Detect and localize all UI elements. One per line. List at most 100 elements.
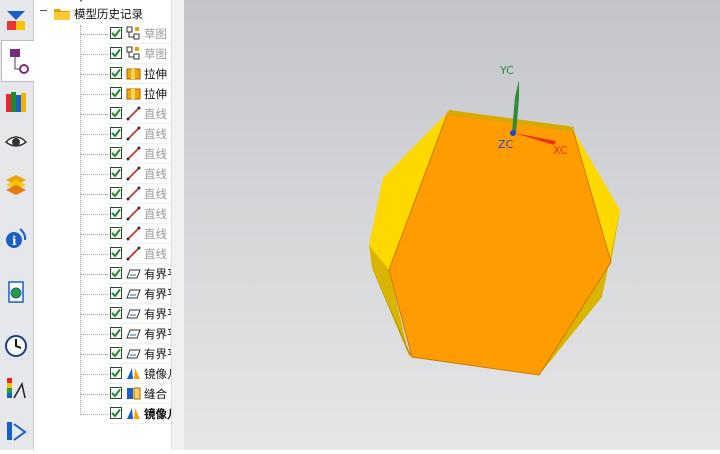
visibility-checkbox[interactable]: [110, 327, 122, 339]
tree-row-feature[interactable]: 镜像几何体: [34, 404, 184, 424]
line-icon: [126, 166, 141, 181]
tree-row-feature[interactable]: 拉伸 (2): [34, 64, 184, 84]
visibility-checkbox[interactable]: [110, 227, 122, 239]
tree-row-feature[interactable]: 直线 (10): [34, 224, 184, 244]
tree-connector: [80, 114, 108, 115]
visibility-checkbox[interactable]: [110, 127, 122, 139]
tree-row-feature[interactable]: 草图 (1) "SI: [34, 44, 184, 64]
svg-text:i: i: [12, 234, 17, 248]
model-history-node[interactable]: 模型历史记录: [34, 4, 172, 24]
visibility-checkbox[interactable]: [110, 87, 122, 99]
tree-row-feature[interactable]: 直线 (9): [34, 204, 184, 224]
web-browser-icon[interactable]: [2, 278, 30, 306]
tree-row-feature[interactable]: 有界平面 (1: [34, 264, 184, 284]
sketch-icon: [126, 26, 141, 41]
visibility-checkbox[interactable]: [110, 167, 122, 179]
mirror-geometry-icon: [126, 406, 141, 421]
view-icon[interactable]: [2, 128, 30, 156]
tree-connector: [80, 154, 108, 155]
roles-icon[interactable]: [2, 416, 30, 444]
bounded-plane-icon: [126, 326, 141, 341]
axis-origin: [510, 130, 516, 136]
tree-row-feature[interactable]: 直线 (5): [34, 124, 184, 144]
history-icon[interactable]: [2, 332, 30, 360]
line-icon: [126, 246, 141, 261]
tree-row-feature[interactable]: 拉伸 (3): [34, 84, 184, 104]
visibility-checkbox[interactable]: [110, 387, 122, 399]
tree-connector: [80, 74, 108, 75]
visibility-checkbox[interactable]: [110, 287, 122, 299]
extrude-icon: [126, 66, 141, 81]
visibility-checkbox[interactable]: [110, 47, 122, 59]
visibility-checkbox[interactable]: [110, 307, 122, 319]
tree-row-feature[interactable]: 直线 (4): [34, 104, 184, 124]
tree-connector: [80, 354, 108, 355]
bounded-plane-icon: [126, 266, 141, 281]
tree-row-feature[interactable]: 草图 (0) "SI: [34, 24, 184, 44]
reuse-library-icon[interactable]: [2, 88, 30, 116]
info-feed-icon[interactable]: i: [2, 224, 30, 252]
resource-bar: i: [0, 0, 34, 450]
tree-row-feature[interactable]: 镜像几何体: [34, 364, 184, 384]
tree-connector: [80, 334, 108, 335]
tree-row-feature[interactable]: 有界平面 (1: [34, 284, 184, 304]
visibility-checkbox[interactable]: [110, 367, 122, 379]
extrude-icon: [126, 86, 141, 101]
line-icon: [126, 126, 141, 141]
tree-connector: [80, 414, 108, 415]
tree-connector: [80, 314, 108, 315]
tree-row-feature[interactable]: 直线 (8): [34, 184, 184, 204]
tree-connector: [80, 194, 108, 195]
navigator-scrollbar[interactable]: [171, 0, 184, 450]
tree-connector: [80, 214, 108, 215]
tree-connector: [80, 94, 108, 95]
visibility-checkbox[interactable]: [110, 67, 122, 79]
line-icon: [126, 206, 141, 221]
sketch-icon: [126, 46, 141, 61]
visibility-checkbox[interactable]: [110, 347, 122, 359]
visibility-checkbox[interactable]: [110, 247, 122, 259]
visibility-checkbox[interactable]: [110, 27, 122, 39]
tree-connector: [80, 54, 108, 55]
visibility-checkbox[interactable]: [110, 187, 122, 199]
visibility-checkbox[interactable]: [110, 267, 122, 279]
tree-row-feature[interactable]: 缝合 (19): [34, 384, 184, 404]
bounded-plane-icon: [126, 306, 141, 321]
analysis-icon[interactable]: [2, 374, 30, 402]
tree-row-feature[interactable]: 直线 (6): [34, 144, 184, 164]
folder-icon: [54, 9, 70, 20]
axis-label-y: YC: [499, 64, 514, 77]
assembly-navigator-icon[interactable]: [2, 6, 30, 34]
axis-label-x: XC: [553, 144, 568, 157]
model-history-label: 模型历史记录: [74, 7, 143, 21]
tree-connector: [80, 134, 108, 135]
collapse-toggle-icon[interactable]: [40, 10, 47, 11]
tree-row-feature[interactable]: 有界平面 (1: [34, 324, 184, 344]
visibility-checkbox[interactable]: [110, 407, 122, 419]
visibility-checkbox[interactable]: [110, 107, 122, 119]
tree-connector: [80, 394, 108, 395]
line-icon: [126, 106, 141, 121]
visibility-checkbox[interactable]: [110, 207, 122, 219]
tree-connector: [80, 254, 108, 255]
graphics-window[interactable]: YC ZC XC: [184, 0, 720, 450]
bounded-plane-icon: [126, 286, 141, 301]
tree-connector: [80, 374, 108, 375]
tree-row-feature[interactable]: 有界平面 (1: [34, 304, 184, 324]
tree-connector: [80, 294, 108, 295]
tree-connector: [80, 34, 108, 35]
part-navigator: 模型历史记录 草图 (0) "SI草图 (1) "SI拉伸 (2)拉伸 (3)直…: [34, 0, 185, 450]
tree-connector: [80, 234, 108, 235]
axis-label-z: ZC: [498, 138, 514, 151]
line-icon: [126, 186, 141, 201]
model-viewport[interactable]: YC ZC XC: [184, 0, 720, 450]
line-icon: [126, 146, 141, 161]
tree-row-feature[interactable]: 直线 (11): [34, 244, 184, 264]
tree-row-feature[interactable]: 有界平面 (1: [34, 344, 184, 364]
tree-row-feature[interactable]: 直线 (7): [34, 164, 184, 184]
tree-connector: [80, 274, 108, 275]
layers-icon[interactable]: [2, 170, 30, 198]
visibility-checkbox[interactable]: [110, 147, 122, 159]
part-navigator-icon[interactable]: [1, 40, 34, 82]
tree-connector: [80, 174, 108, 175]
